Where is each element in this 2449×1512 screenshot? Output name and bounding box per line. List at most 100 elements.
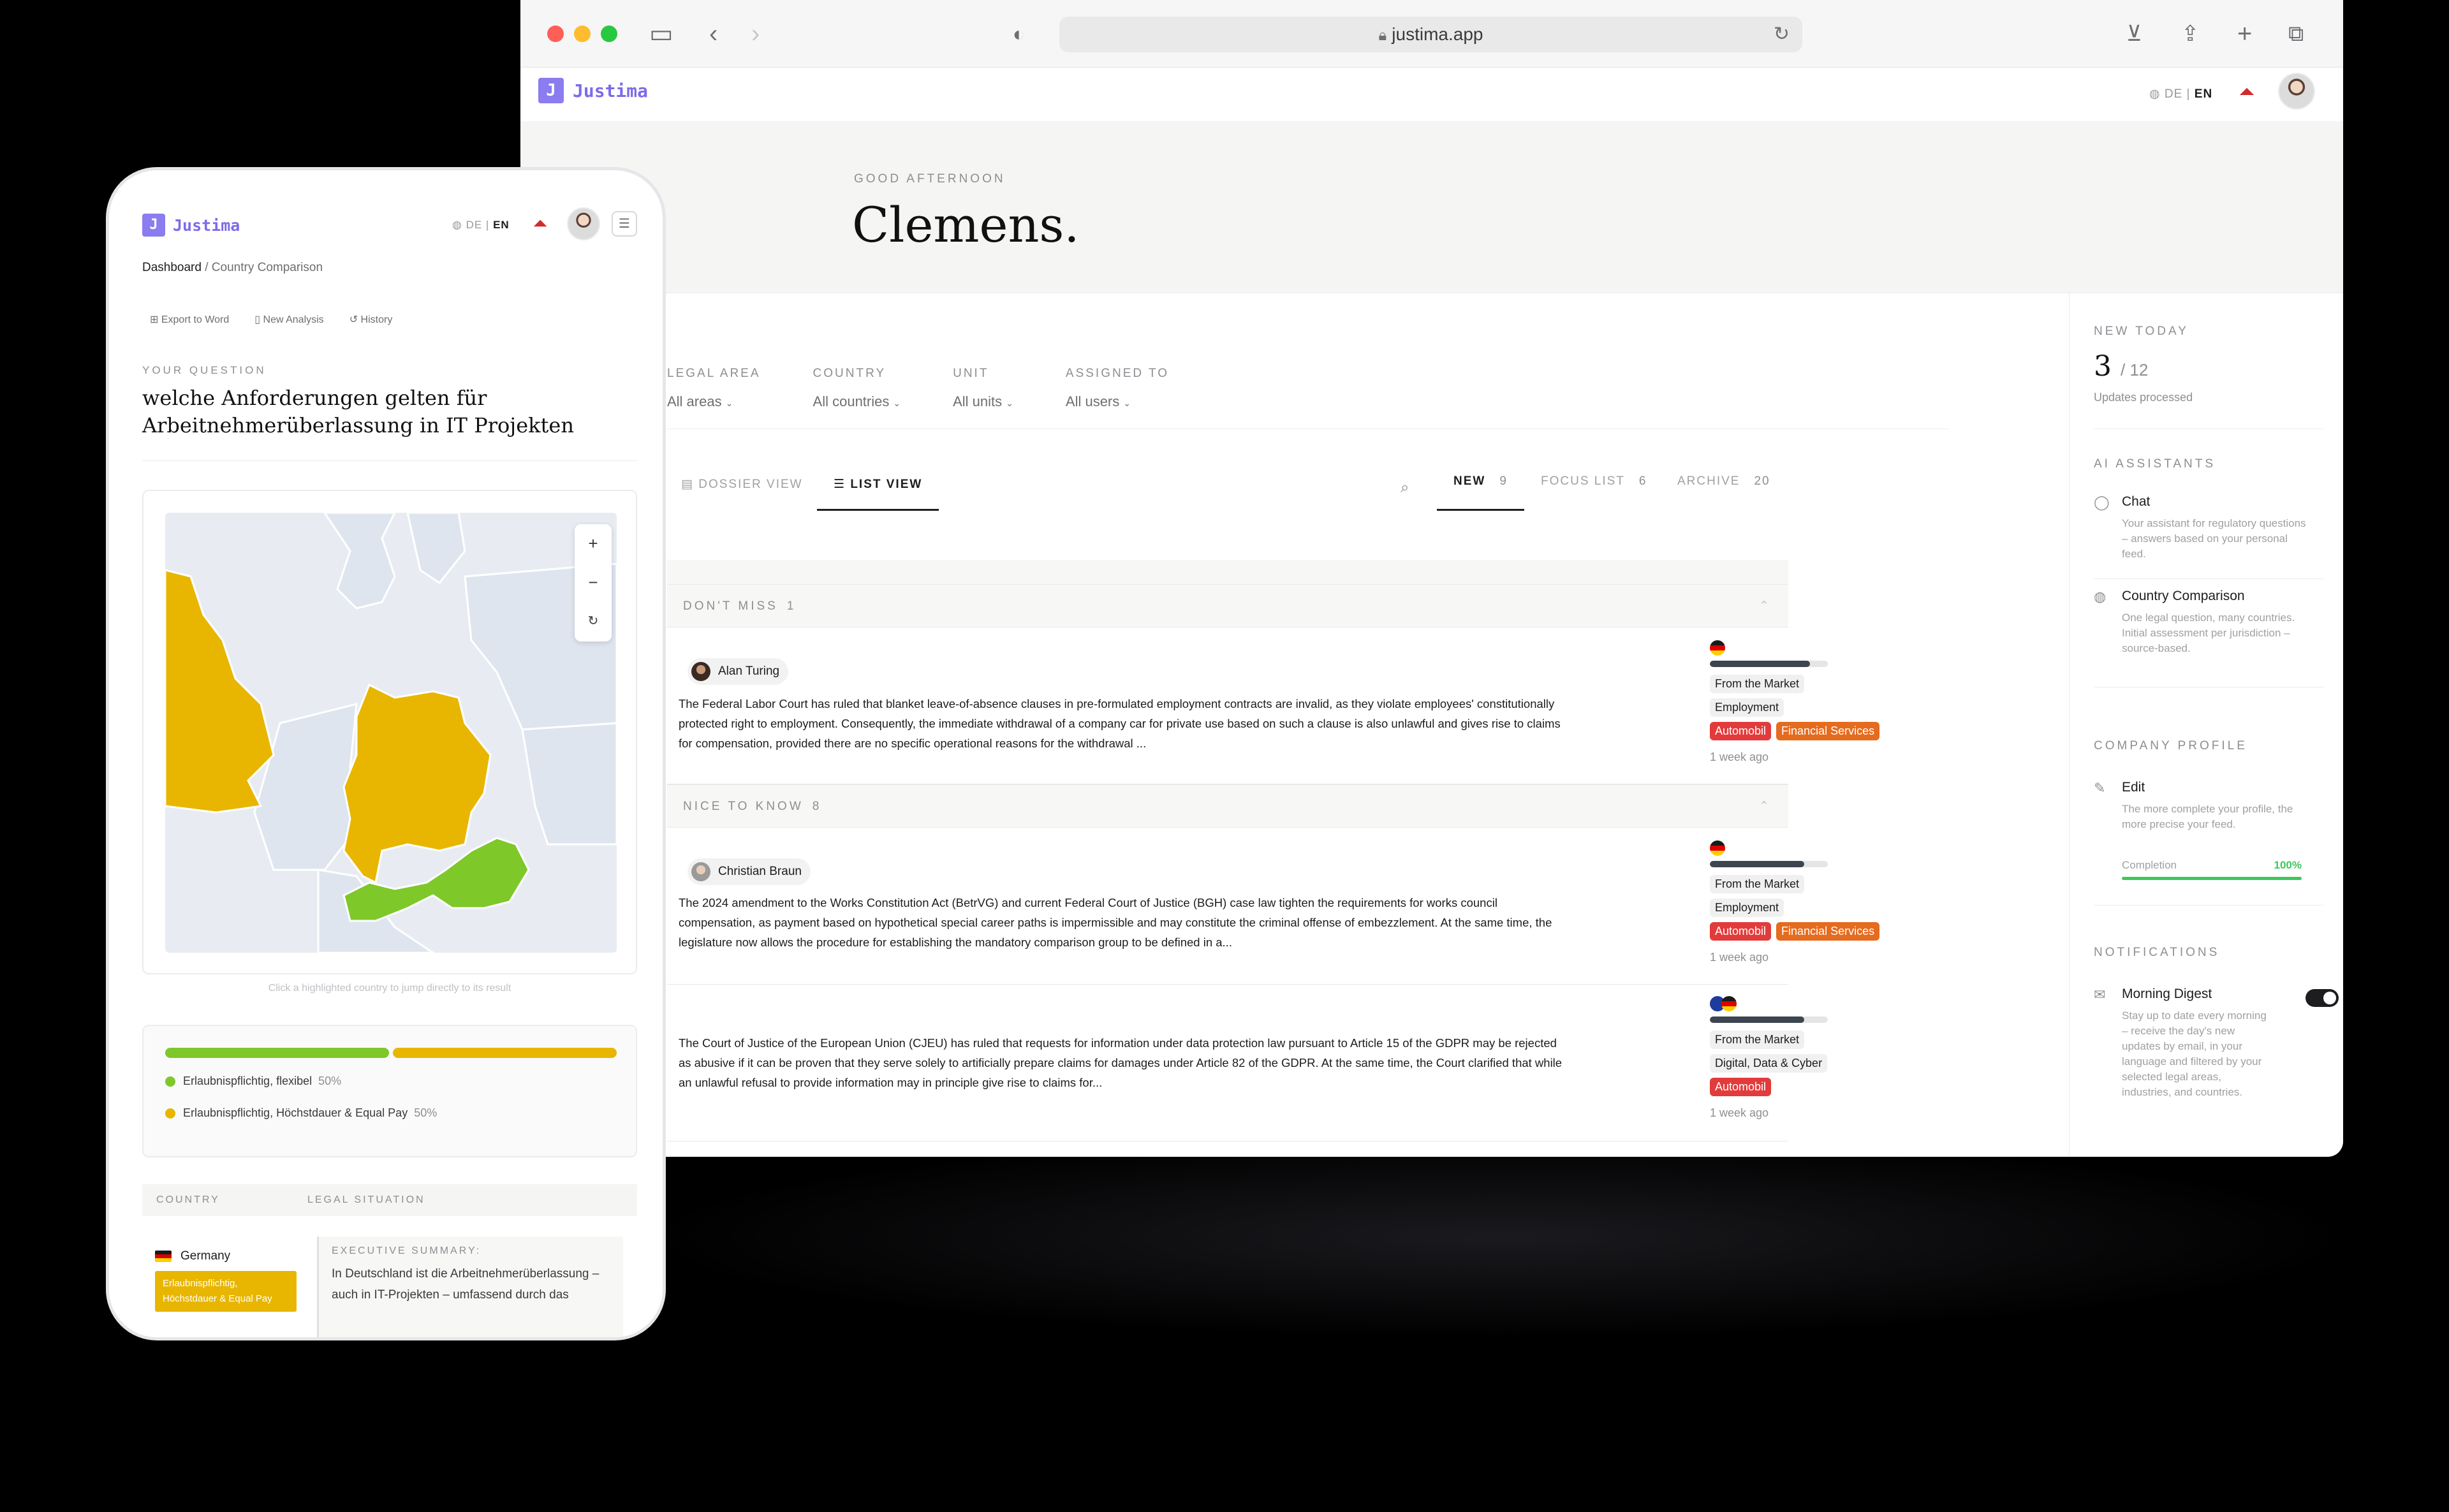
europe-map[interactable] [165, 513, 617, 953]
lang-en[interactable]: EN [493, 219, 510, 231]
document-icon: ▯ [254, 314, 263, 325]
legend-percent: 50% [414, 1106, 438, 1119]
tab-dossier-view[interactable]: ▤ DOSSIER VIEW [681, 475, 803, 511]
lang-en[interactable]: EN [2195, 87, 2212, 101]
avatar[interactable] [567, 207, 600, 240]
share-icon[interactable]: ⇪ [2181, 19, 2200, 48]
tab-archive[interactable]: ARCHIVE 20 [1677, 475, 1770, 511]
chevron-down-icon: ⌄ [1123, 398, 1131, 408]
history-icon: ↺ [349, 314, 361, 325]
item-summary: The Federal Labor Court has ruled that b… [679, 697, 1561, 750]
view-tabs: ▤ DOSSIER VIEW ☰ LIST VIEW ⌕ NEW 9 FOCUS … [667, 475, 1949, 513]
divider [2094, 905, 2323, 906]
logo-word: Justima [173, 216, 240, 235]
language-switch[interactable]: ◍ DE | EN [2149, 87, 2212, 101]
assistant-chat[interactable]: ◯ Chat Your assistant for regulatory que… [2094, 494, 2311, 562]
app-logo[interactable]: J Justima [538, 78, 648, 103]
new-today-count: 3 / 12 [2094, 350, 2148, 383]
profile-completion: Completion 100% [2122, 859, 2302, 880]
address-bar[interactable]: 🔒︎ justima.app ↻ [1059, 17, 1802, 52]
app-logo[interactable]: J Justima [142, 214, 240, 237]
search-icon[interactable]: ⌕ [1401, 480, 1410, 517]
legend-dot [165, 1108, 175, 1119]
zoom-window-button[interactable] [601, 26, 617, 42]
toggle-knob [2323, 992, 2336, 1004]
source-tag: From the Market [1710, 1031, 1805, 1049]
col-legal-situation: LEGAL SITUATION [307, 1194, 425, 1205]
logo-mark: J [538, 78, 564, 103]
tab-focus-list[interactable]: FOCUS LIST 6 [1541, 475, 1647, 511]
pencil-icon: ✎ [2094, 780, 2106, 796]
list-item[interactable]: Alan Turing The Federal Labor Court has … [667, 628, 1880, 784]
language-switch[interactable]: ◍ DE | EN [452, 219, 510, 231]
reset-view-icon[interactable]: ↻ [575, 602, 612, 641]
zoom-in-button[interactable]: + [575, 524, 612, 563]
filter-unit[interactable]: UNIT All units ⌄ [953, 367, 1013, 410]
shield-icon[interactable]: ◐ [1013, 19, 1025, 48]
chevron-down-icon: ⌄ [893, 398, 901, 408]
tab-overview-icon[interactable]: ⧉ [2288, 19, 2304, 48]
country-cell: Germany [155, 1249, 230, 1263]
section-dont-miss[interactable]: DON'T MISS 1 ⌃ [667, 584, 1788, 628]
notifications-label: NOTIFICATIONS [2094, 946, 2220, 959]
filter-country[interactable]: COUNTRY All countries ⌄ [813, 367, 901, 410]
lang-de[interactable]: DE [2165, 87, 2182, 101]
list-item[interactable]: The Court of Justice of the European Uni… [667, 985, 1828, 1141]
tab-label: LIST VIEW [850, 478, 923, 491]
filter-label: UNIT [953, 367, 989, 380]
lang-sep: | [485, 219, 490, 231]
completion-label: Completion [2122, 859, 2177, 871]
map-zoom-controls: + − ↻ [575, 524, 612, 642]
question-text: welche Anforderungen gelten für Arbeitne… [142, 386, 574, 437]
zoom-out-button[interactable]: − [575, 563, 612, 602]
chevron-up-icon: ⌃ [1759, 599, 1772, 613]
menu-icon[interactable]: ☰ [612, 211, 637, 237]
filter-legal-area[interactable]: LEGAL AREA All areas ⌄ [667, 367, 761, 410]
history-button[interactable]: ↺ History [349, 313, 393, 326]
export-button[interactable]: ⊞ Export to Word [150, 313, 229, 326]
new-today-total: / 12 [2121, 360, 2149, 379]
item-summary: The 2024 amendment to the Works Constitu… [679, 896, 1552, 949]
tab-count: 20 [1754, 474, 1770, 488]
author-chip: Christian Braun [688, 858, 811, 885]
filter-assigned-to[interactable]: ASSIGNED TO All users ⌄ [1066, 367, 1169, 410]
company-logo-icon: ⏶ [2240, 82, 2254, 101]
legend-label: Erlaubnispflichtig, flexibel [183, 1075, 313, 1087]
author-name: Christian Braun [718, 865, 802, 878]
list-item[interactable]: Christian Braun The 2024 amendment to th… [667, 828, 1880, 985]
table-row[interactable]: Germany Erlaubnispflichtig, Höchstdauer … [142, 1237, 637, 1337]
reload-icon[interactable]: ↻ [1774, 17, 1790, 52]
divider [142, 460, 637, 461]
greeting-name: Clemens. [852, 196, 1080, 253]
assistant-country-comparison[interactable]: ◍ Country Comparison One legal question,… [2094, 589, 2311, 656]
profile-edit[interactable]: ✎ Edit The more complete your profile, t… [2094, 780, 2311, 832]
germany-flag-icon [155, 1251, 172, 1262]
author-chip: Alan Turing [688, 658, 789, 685]
legend-row: Erlaubnispflichtig, flexibel 50% [165, 1075, 341, 1088]
tab-label: ARCHIVE [1677, 474, 1740, 488]
breadcrumb-dashboard[interactable]: Dashboard [142, 261, 202, 274]
close-window-button[interactable] [547, 26, 564, 42]
tab-list-view[interactable]: ☰ LIST VIEW [817, 475, 939, 511]
logo-mark: J [142, 214, 165, 237]
back-icon[interactable]: ‹ [709, 19, 717, 48]
tab-label: NEW [1453, 474, 1486, 488]
forward-icon[interactable]: › [751, 19, 760, 48]
new-analysis-button[interactable]: ▯ New Analysis [254, 313, 323, 326]
download-icon[interactable]: ⊻ [2126, 19, 2142, 48]
digest-toggle[interactable] [2306, 989, 2339, 1007]
results-table-header: COUNTRY LEGAL SITUATION [142, 1184, 637, 1216]
tab-new[interactable]: NEW 9 [1437, 475, 1524, 511]
minimize-window-button[interactable] [574, 26, 591, 42]
filter-label: COUNTRY [813, 367, 886, 380]
section-nice-to-know[interactable]: NICE TO KNOW 8 ⌃ [667, 784, 1788, 828]
result-legend: Erlaubnispflichtig, flexibel 50% Erlaubni… [142, 1025, 637, 1157]
avatar[interactable] [2278, 73, 2315, 110]
new-today-value: 3 [2094, 350, 2112, 383]
item-meta: From the Market Employment Automobil Fina… [1710, 840, 1952, 964]
lang-de[interactable]: DE [466, 219, 483, 231]
question-label: YOUR QUESTION [142, 364, 267, 376]
sidebar-icon[interactable]: ▭ [649, 19, 673, 48]
new-tab-icon[interactable]: + [2237, 19, 2252, 48]
source-tag: From the Market [1710, 675, 1805, 693]
